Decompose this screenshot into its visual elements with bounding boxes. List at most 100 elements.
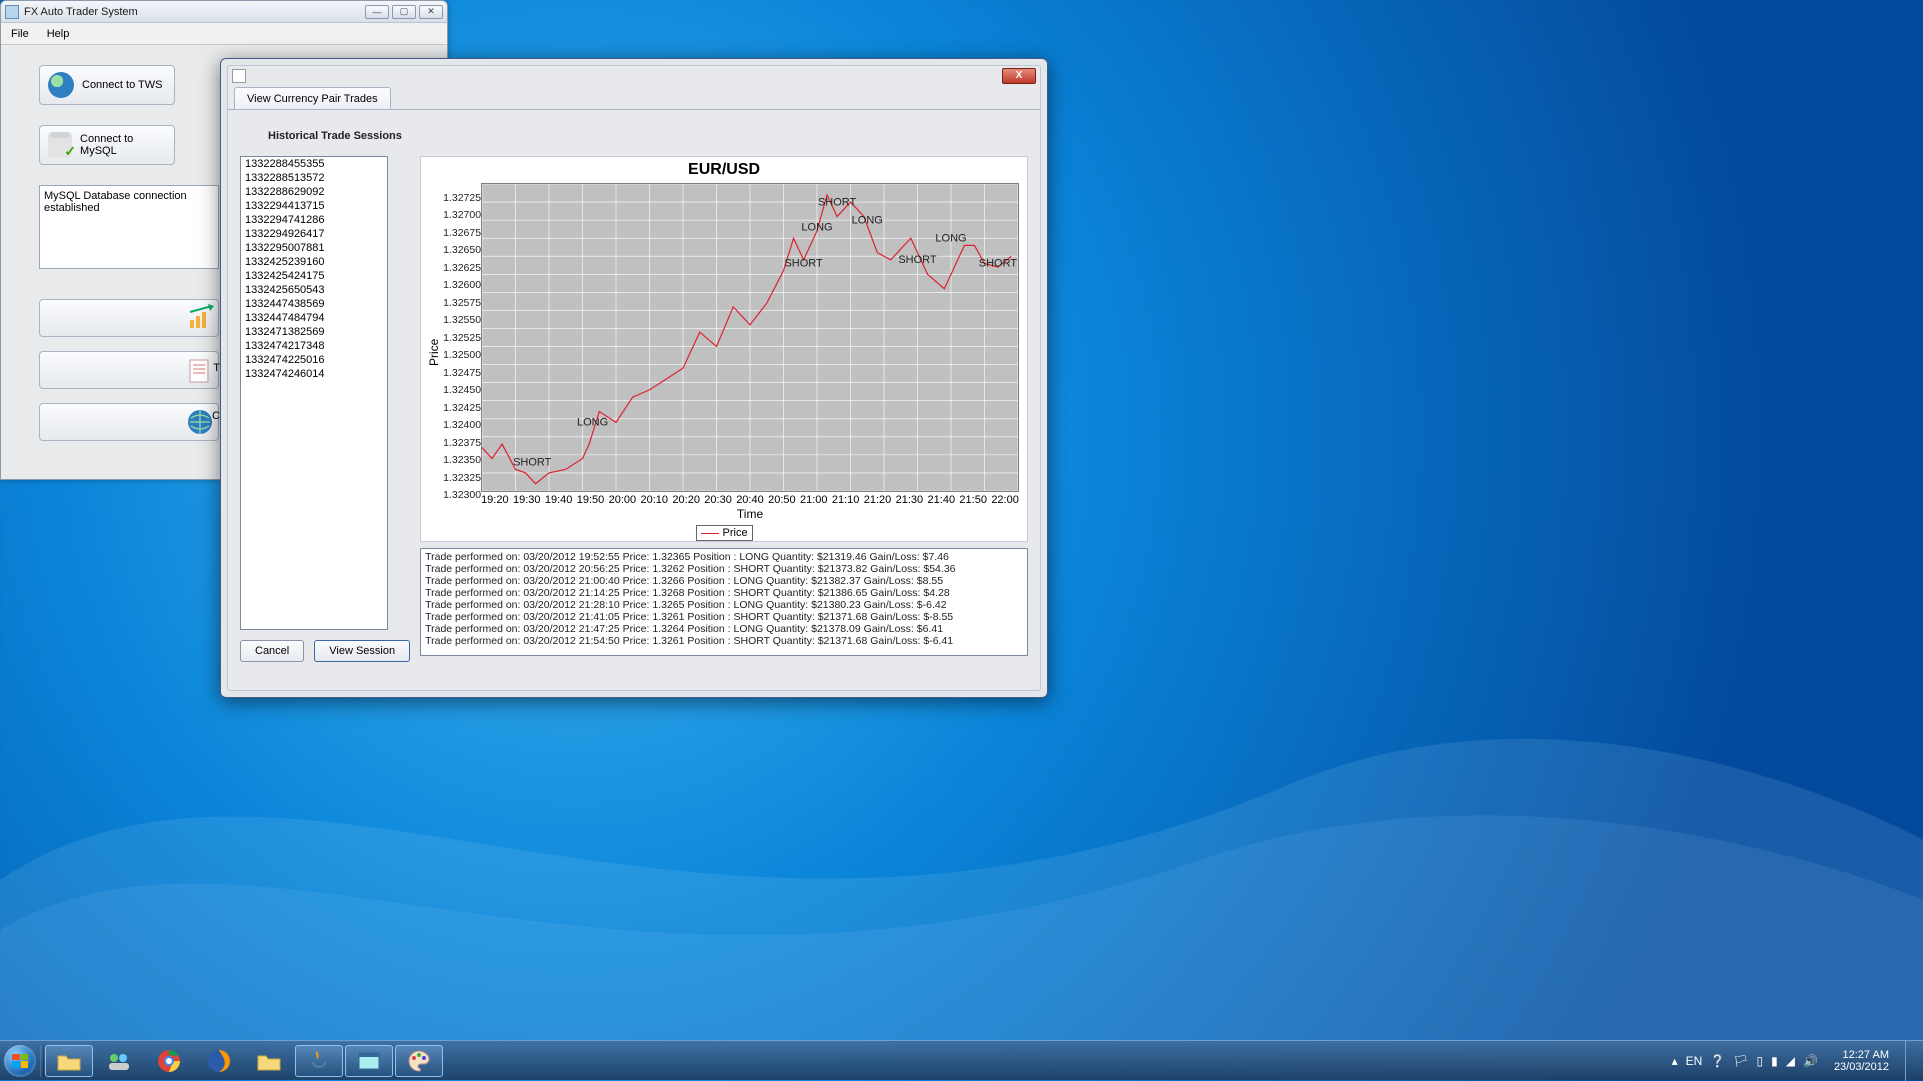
menubar: File Help [1, 23, 447, 45]
session-item[interactable]: 1332471382569 [241, 325, 387, 339]
trade-log[interactable]: Trade performed on: 03/20/2012 19:52:55 … [420, 548, 1028, 656]
session-item[interactable]: 1332288455355 [241, 157, 387, 171]
app-icon [5, 5, 19, 19]
trade-log-line: Trade performed on: 03/20/2012 21:47:25 … [425, 623, 1023, 635]
tray-wifi-icon[interactable]: ◢ [1786, 1054, 1795, 1068]
dialog-close-button[interactable]: X [1002, 68, 1036, 84]
maximize-button[interactable]: ▢ [392, 5, 416, 19]
chart-ylabel: Price [425, 183, 443, 521]
taskbar-folder[interactable] [245, 1045, 293, 1077]
svg-text:SHORT: SHORT [818, 196, 857, 208]
taskbar-explorer[interactable] [45, 1045, 93, 1077]
start-button[interactable] [0, 1041, 40, 1081]
svg-text:LONG: LONG [935, 232, 966, 244]
trade-log-line: Trade performed on: 03/20/2012 21:28:10 … [425, 599, 1023, 611]
firefox-icon [206, 1048, 232, 1074]
tray-battery-icon[interactable]: ▮ [1771, 1054, 1778, 1068]
view-session-button[interactable]: View Session [314, 640, 410, 662]
taskbar-chrome[interactable] [145, 1045, 193, 1077]
trade-log-line: Trade performed on: 03/20/2012 21:41:05 … [425, 611, 1023, 623]
taskbar-divider [40, 1045, 44, 1077]
chart-xticks: 19:2019:3019:4019:5020:0020:1020:2020:30… [481, 492, 1019, 506]
session-item[interactable]: 1332288513572 [241, 171, 387, 185]
tray-show-hidden-icon[interactable]: ▴ [1672, 1054, 1678, 1068]
session-item[interactable]: 1332425239160 [241, 255, 387, 269]
window-icon [356, 1048, 382, 1074]
java-cup-icon [306, 1048, 332, 1074]
session-item[interactable]: 1332294413715 [241, 199, 387, 213]
trade-log-line: Trade performed on: 03/20/2012 20:56:25 … [425, 563, 1023, 575]
chrome-icon [156, 1048, 182, 1074]
connect-mysql-button[interactable]: Connect to MySQL [39, 125, 175, 165]
tab-label: View Currency Pair Trades [247, 93, 378, 105]
svg-text:SHORT: SHORT [785, 258, 824, 270]
tray-help-icon[interactable]: ❔ [1710, 1054, 1725, 1068]
dialog-titlebar[interactable]: X [228, 66, 1040, 86]
taskbar: ▴ EN ❔ 🏳 ▯ ▮ ◢ 🔊 12:27 AM 23/03/2012 [0, 1040, 1923, 1080]
session-item[interactable]: 1332425650543 [241, 283, 387, 297]
taskbar-app-2[interactable] [345, 1045, 393, 1077]
trade-log-line: Trade performed on: 03/20/2012 21:14:25 … [425, 587, 1023, 599]
folder-icon [56, 1048, 82, 1074]
connect-tws-label: Connect to TWS [82, 79, 163, 91]
session-list[interactable]: 1332288455355133228851357213322886290921… [240, 156, 388, 630]
trade-log-line: Trade performed on: 03/20/2012 19:52:55 … [425, 551, 1023, 563]
svg-text:SHORT: SHORT [898, 254, 937, 266]
stub-button-1[interactable] [39, 299, 219, 337]
clock-date: 23/03/2012 [1834, 1061, 1889, 1073]
main-window-titlebar[interactable]: FX Auto Trader System — ▢ ✕ [1, 1, 447, 23]
stub-button-2-hint: T [213, 362, 220, 374]
system-tray: ▴ EN ❔ 🏳 ▯ ▮ ◢ 🔊 12:27 AM 23/03/2012 [1672, 1041, 1923, 1081]
svg-text:LONG: LONG [852, 214, 883, 226]
svg-text:SHORT: SHORT [979, 258, 1018, 270]
session-item[interactable]: 1332425424175 [241, 269, 387, 283]
session-item[interactable]: 1332474217348 [241, 339, 387, 353]
menu-help[interactable]: Help [43, 26, 74, 42]
taskbar-paint[interactable] [395, 1045, 443, 1077]
session-item[interactable]: 1332474225016 [241, 353, 387, 367]
connect-tws-button[interactable]: Connect to TWS [39, 65, 175, 105]
status-text: MySQL Database connection established [44, 190, 214, 214]
people-icon [106, 1048, 132, 1074]
taskbar-java[interactable] [295, 1045, 343, 1077]
session-item[interactable]: 1332474246014 [241, 367, 387, 381]
session-item[interactable]: 1332288629092 [241, 185, 387, 199]
session-item[interactable]: 1332294926417 [241, 227, 387, 241]
svg-text:LONG: LONG [801, 222, 832, 234]
show-desktop-button[interactable] [1905, 1041, 1919, 1081]
main-window-title: FX Auto Trader System [24, 6, 365, 18]
taskbar-firefox[interactable] [195, 1045, 243, 1077]
minimize-button[interactable]: — [365, 5, 389, 19]
status-box: MySQL Database connection established [39, 185, 219, 269]
close-button[interactable]: ✕ [419, 5, 443, 19]
chart-title: EUR/USD [421, 157, 1027, 183]
svg-text:LONG: LONG [577, 417, 608, 429]
tray-volume-icon[interactable]: 🔊 [1803, 1054, 1818, 1068]
svg-text:SHORT: SHORT [513, 456, 552, 468]
menu-file[interactable]: File [7, 26, 33, 42]
chart-arrow-icon [186, 304, 216, 334]
start-orb-icon [4, 1045, 36, 1077]
legend-line-icon [701, 533, 719, 534]
trade-log-line: Trade performed on: 03/20/2012 21:54:50 … [425, 635, 1023, 647]
tray-network-icon[interactable]: ▯ [1757, 1054, 1764, 1068]
session-item[interactable]: 1332294741286 [241, 213, 387, 227]
tab-view-currency-pair-trades[interactable]: View Currency Pair Trades [234, 87, 391, 109]
taskbar-clock[interactable]: 12:27 AM 23/03/2012 [1828, 1049, 1895, 1073]
session-item[interactable]: 1332295007881 [241, 241, 387, 255]
stub-button-2[interactable]: T [39, 351, 219, 389]
tray-flag-icon[interactable]: 🏳 [1733, 1054, 1748, 1068]
document-icon [186, 356, 216, 386]
open-folder-icon [256, 1048, 282, 1074]
session-item[interactable]: 1332447438569 [241, 297, 387, 311]
globe-icon [48, 72, 74, 98]
stub-button-3[interactable]: C [39, 403, 219, 441]
tray-lang[interactable]: EN [1686, 1054, 1703, 1068]
tab-strip: View Currency Pair Trades [228, 86, 1040, 110]
cancel-button[interactable]: Cancel [240, 640, 304, 662]
trade-log-line: Trade performed on: 03/20/2012 21:00:40 … [425, 575, 1023, 587]
chart-plot-area: SHORT LONG SHORT LONG SHORT LONG SHORT LONG SHOR… [481, 183, 1019, 492]
session-item[interactable]: 1332447484794 [241, 311, 387, 325]
view-session-label: View Session [329, 645, 395, 657]
taskbar-app-1[interactable] [95, 1045, 143, 1077]
